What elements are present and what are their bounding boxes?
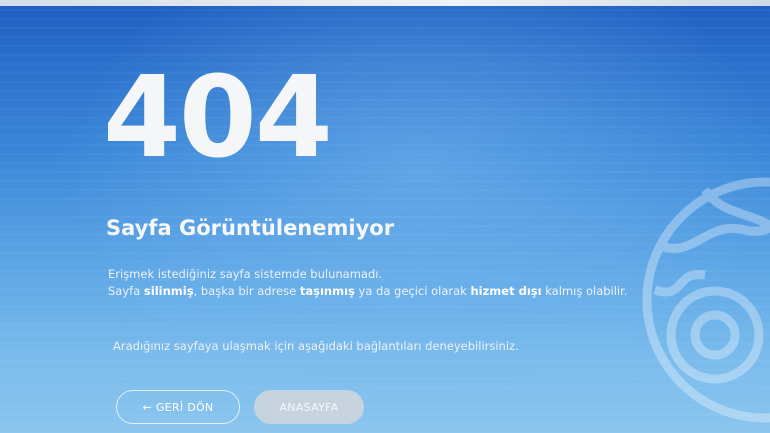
description-line-1: Erişmek istediğiniz sayfa sistemde bulun… <box>108 267 383 281</box>
homepage-button[interactable]: ANASAYFA <box>254 390 364 424</box>
error-page: 404 Sayfa Görüntülenemiyor Erişmek isted… <box>0 0 770 433</box>
help-hint: Aradığınız sayfaya ulaşmak için aşağıdak… <box>113 339 519 353</box>
deleted-emphasis: silinmiş <box>143 284 194 298</box>
line2-text-1: Sayfa <box>108 284 144 298</box>
gear-globe-icon <box>642 177 770 423</box>
error-code: 404 <box>103 53 333 183</box>
page-title: Sayfa Görüntülenemiyor <box>106 216 395 240</box>
line2-text-2: , başka bir adrese <box>193 284 300 298</box>
error-description: Erişmek istediğiniz sayfa sistemde bulun… <box>108 266 627 300</box>
line2-text-4: kalmış olabilir. <box>541 284 628 298</box>
moved-emphasis: taşınmış <box>299 284 355 298</box>
line2-text-3: ya da geçici olarak <box>354 284 471 298</box>
back-button[interactable]: ← GERİ DÖN <box>116 390 240 424</box>
out-of-service-emphasis: hizmet dışı <box>470 284 542 298</box>
description-line-2: Sayfa silinmiş, başka bir adrese taşınmı… <box>108 283 627 300</box>
